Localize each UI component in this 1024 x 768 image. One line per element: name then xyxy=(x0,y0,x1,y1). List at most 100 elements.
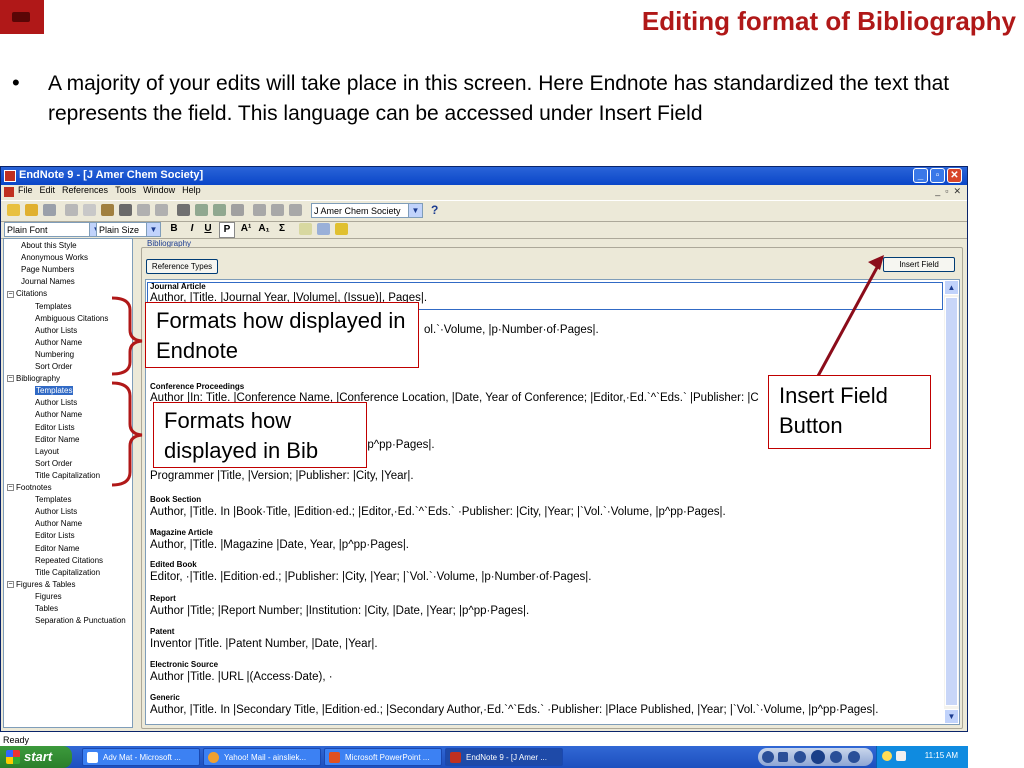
tray-icon[interactable] xyxy=(882,751,892,761)
insert-picture-icon[interactable] xyxy=(271,204,284,216)
copy-formatted-icon[interactable] xyxy=(155,204,168,216)
close-button[interactable]: ✕ xyxy=(947,168,962,183)
chevron-down-icon[interactable]: ▼ xyxy=(408,204,422,217)
library-window-icon[interactable] xyxy=(177,204,190,216)
find-full-text-icon[interactable] xyxy=(231,204,244,216)
tree-item[interactable]: Author Name xyxy=(35,410,82,419)
tree-item[interactable]: Ambiguous Citations xyxy=(35,314,108,323)
menu-references[interactable]: References xyxy=(62,185,108,195)
menu-edit[interactable]: Edit xyxy=(40,185,56,195)
template-format-line[interactable]: Author, |Title. |Magazine |Date, Year, |… xyxy=(150,539,409,551)
plain-button[interactable]: P xyxy=(219,222,235,238)
tree-item[interactable]: Title Capitalization xyxy=(35,568,100,577)
template-format-line[interactable]: Author, |Title. In |Secondary Title, |Ed… xyxy=(150,704,878,716)
connect-icon[interactable] xyxy=(213,204,226,216)
tree-item[interactable]: Editor Name xyxy=(35,544,79,553)
copy-icon[interactable] xyxy=(83,204,96,216)
find-icon[interactable] xyxy=(119,204,132,216)
media-menu-icon[interactable] xyxy=(762,751,774,763)
menu-help[interactable]: Help xyxy=(182,185,201,195)
scroll-up-icon[interactable]: ▲ xyxy=(944,280,959,295)
pause-icon[interactable] xyxy=(811,750,825,764)
template-format-line[interactable]: Inventor |Title. |Patent Number, |Date, … xyxy=(150,638,378,650)
underline-button[interactable]: U xyxy=(201,222,215,236)
tree-item[interactable]: Author Name xyxy=(35,519,82,528)
insert-object-icon[interactable] xyxy=(289,204,302,216)
collapse-icon[interactable]: − xyxy=(7,290,14,298)
superscript-button[interactable]: A¹ xyxy=(239,222,253,236)
symbol-button[interactable]: Σ xyxy=(275,222,289,236)
tree-item[interactable]: Journal Names xyxy=(21,277,75,286)
insert-field-button[interactable]: Insert Field xyxy=(883,257,955,272)
paste-icon[interactable] xyxy=(101,204,114,216)
collapse-icon[interactable]: − xyxy=(7,375,14,383)
template-format-line[interactable]: Programmer |Title, |Version; |Publisher:… xyxy=(150,470,414,482)
mdi-window-controls[interactable]: _ ▫ ✕ xyxy=(935,186,961,197)
template-format-line[interactable]: Author, |Title. In |Book·Title, |Edition… xyxy=(150,506,726,518)
tree-item[interactable]: Author Lists xyxy=(35,398,77,407)
tree-item[interactable]: − Footnotes xyxy=(7,483,52,492)
align-icon[interactable] xyxy=(299,223,312,235)
tree-item[interactable]: Templates xyxy=(35,386,74,396)
template-format-line[interactable]: Author |Title; |Report Number; |Institut… xyxy=(150,605,529,617)
tree-item[interactable]: Editor Lists xyxy=(35,531,75,540)
reference-types-button[interactable]: Reference Types xyxy=(146,259,218,274)
template-format-line[interactable]: Author |Title. |URL |(Access·Date), · xyxy=(150,671,333,683)
subscript-button[interactable]: A₁ xyxy=(257,222,271,236)
tree-item[interactable]: Author Lists xyxy=(35,326,77,335)
tree-item[interactable]: Templates xyxy=(35,302,71,311)
scroll-thumb[interactable] xyxy=(945,297,958,706)
list-icon[interactable] xyxy=(317,223,330,235)
template-format-line[interactable]: ol.`·Volume, |p·Number·of·Pages|. xyxy=(424,324,599,336)
vertical-scrollbar[interactable]: ▲ ▼ xyxy=(944,280,959,724)
bold-button[interactable]: B xyxy=(167,222,181,236)
cut-icon[interactable] xyxy=(65,204,78,216)
taskbar-item[interactable]: Microsoft PowerPoint ... xyxy=(324,748,442,766)
tree-item[interactable]: − Citations xyxy=(7,289,47,298)
tree-item[interactable]: Anonymous Works xyxy=(21,253,88,262)
tray-icon[interactable] xyxy=(896,751,906,761)
tree-item[interactable]: Tables xyxy=(35,604,58,613)
tree-item[interactable]: Sort Order xyxy=(35,362,72,371)
tree-item[interactable]: Figures xyxy=(35,592,62,601)
scroll-down-icon[interactable]: ▼ xyxy=(944,709,959,724)
chevron-down-icon[interactable]: ▼ xyxy=(146,223,160,236)
spell-check-icon[interactable] xyxy=(253,204,266,216)
maximize-button[interactable]: ▫ xyxy=(930,168,945,183)
tree-item[interactable]: Sort Order xyxy=(35,459,72,468)
taskbar-item[interactable]: Adv Mat - Microsoft ... xyxy=(82,748,200,766)
new-library-icon[interactable] xyxy=(7,204,20,216)
tree-item[interactable]: Editor Name xyxy=(35,435,79,444)
tree-item[interactable]: About this Style xyxy=(21,241,77,250)
tree-item[interactable]: Numbering xyxy=(35,350,74,359)
open-folder-icon[interactable] xyxy=(25,204,38,216)
tree-item[interactable]: Author Lists xyxy=(35,507,77,516)
tree-item[interactable]: Repeated Citations xyxy=(35,556,103,565)
previous-icon[interactable] xyxy=(794,751,806,763)
help-icon[interactable]: ? xyxy=(431,203,438,217)
taskbar-item[interactable]: Yahoo! Mail - ainsliek... xyxy=(203,748,321,766)
font-select[interactable]: Plain Font ▼ xyxy=(4,222,104,237)
minimize-button[interactable]: _ xyxy=(913,168,928,183)
menu-window[interactable]: Window xyxy=(143,185,175,195)
tree-item[interactable]: Separation & Punctuation xyxy=(35,616,126,625)
menu-file[interactable]: File xyxy=(18,185,33,195)
italic-button[interactable]: I xyxy=(185,222,199,236)
tree-item[interactable]: Editor Lists xyxy=(35,423,75,432)
next-icon[interactable] xyxy=(830,751,842,763)
volume-icon[interactable] xyxy=(848,751,860,763)
sort-icon[interactable] xyxy=(137,204,150,216)
tree-item[interactable]: − Figures & Tables xyxy=(7,580,75,589)
tree-item[interactable]: Title Capitalization xyxy=(35,471,100,480)
window-titlebar[interactable]: EndNote 9 - [J Amer Chem Society] _ ▫ ✕ xyxy=(1,167,967,185)
tree-item[interactable]: Page Numbers xyxy=(21,265,74,274)
collapse-icon[interactable]: − xyxy=(7,581,14,589)
taskbar-item[interactable]: EndNote 9 - [J Amer ... xyxy=(445,748,563,766)
size-select[interactable]: Plain Size ▼ xyxy=(96,222,161,237)
tree-item[interactable]: Layout xyxy=(35,447,59,456)
print-icon[interactable] xyxy=(43,204,56,216)
tree-item[interactable]: − Bibliography xyxy=(7,374,60,383)
tree-item[interactable]: Templates xyxy=(35,495,71,504)
tree-item[interactable]: Author Name xyxy=(35,338,82,347)
template-format-line[interactable]: Editor, ·|Title. |Edition·ed.; |Publishe… xyxy=(150,571,591,583)
